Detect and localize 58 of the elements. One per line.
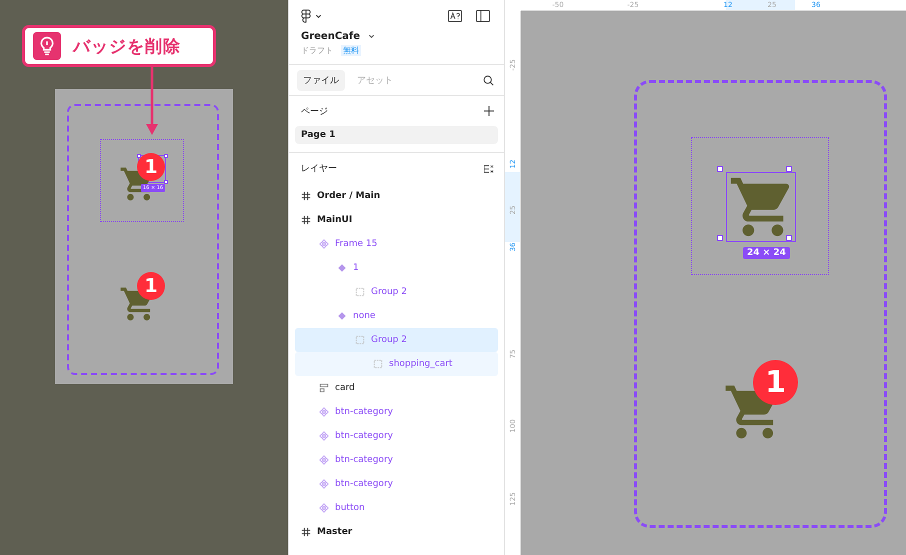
layer-item[interactable]: 1: [295, 256, 498, 280]
chevron-down-icon[interactable]: [368, 33, 376, 40]
component-instance-icon: [319, 503, 329, 513]
dashed-square-icon: [373, 359, 383, 369]
layer-item[interactable]: MainUI: [295, 208, 498, 232]
tab[interactable]: ファイル: [297, 70, 345, 90]
component-instance-icon: [319, 407, 329, 417]
frame-icon: [301, 191, 311, 201]
resize-handle: [137, 154, 141, 158]
size-label: 24 × 24: [743, 247, 790, 259]
resize-handle: [717, 166, 723, 172]
layer-item[interactable]: Order / Main: [295, 184, 498, 208]
page-item[interactable]: Page 1: [295, 126, 498, 144]
lightbulb-icon: [33, 32, 61, 60]
search-icon[interactable]: [483, 74, 494, 86]
component-instance-icon: [319, 431, 329, 441]
plus-icon[interactable]: [484, 106, 494, 116]
diamond-icon: [337, 263, 347, 273]
layer-item[interactable]: btn-category: [295, 472, 498, 496]
collapse-layers-icon[interactable]: [484, 164, 494, 174]
callout-text: バッジを削除: [73, 36, 181, 58]
resize-handle: [786, 166, 792, 172]
chevron-down-icon: [315, 12, 322, 20]
layer-item[interactable]: Frame 15: [295, 232, 498, 256]
layer-item[interactable]: btn-category: [295, 400, 498, 424]
layer-item[interactable]: none: [295, 304, 498, 328]
section-title: ページ: [301, 106, 328, 118]
layer-item[interactable]: Group 2: [295, 280, 498, 304]
plan-badge: 無料: [341, 45, 361, 56]
ruler-selection-band: [726, 0, 795, 10]
file-name[interactable]: GreenCafe: [301, 31, 360, 42]
ruler-selection-band: [505, 172, 520, 242]
component-instance-icon: [319, 479, 329, 489]
layer-item[interactable]: button: [295, 496, 498, 520]
layer-item[interactable]: Group 2: [295, 328, 498, 352]
dashed-square-icon: [355, 335, 365, 345]
layer-item[interactable]: btn-category: [295, 448, 498, 472]
dashed-square-icon: [355, 287, 365, 297]
layer-item[interactable]: card: [295, 376, 498, 400]
tab[interactable]: アセット: [351, 70, 399, 90]
font-icon[interactable]: [448, 10, 462, 22]
layer-item[interactable]: btn-category: [295, 424, 498, 448]
sidebar-toggle-icon[interactable]: [476, 10, 490, 22]
layer-item[interactable]: Master: [295, 520, 498, 544]
section-title: レイヤー: [301, 163, 337, 175]
resize-handle: [717, 235, 723, 241]
draft-label: ドラフト: [301, 45, 333, 56]
layer-item[interactable]: shopping_cart: [295, 352, 498, 376]
resize-handle: [786, 235, 792, 241]
auto-layout-icon: [319, 383, 329, 393]
logo-icon: [301, 9, 311, 23]
frame-icon: [301, 215, 311, 225]
resize-handle: [164, 154, 168, 158]
component-instance-icon: [319, 455, 329, 465]
diamond-icon: [337, 311, 347, 321]
component-icon: [319, 239, 329, 249]
resize-handle: [164, 180, 168, 184]
frame-icon: [301, 527, 311, 537]
